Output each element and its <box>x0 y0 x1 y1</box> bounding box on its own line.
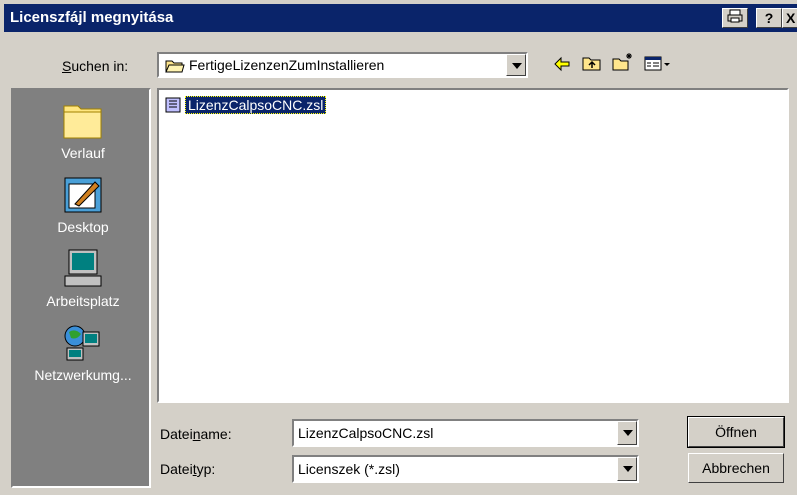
place-label: Arbeitsplatz <box>46 293 120 309</box>
up-folder-icon[interactable] <box>582 54 602 72</box>
file-list[interactable]: LizenzCalpsoCNC.zsl <box>157 88 789 403</box>
place-netzwerk[interactable]: Netzwerkumg... <box>13 322 153 383</box>
file-icon <box>165 97 181 113</box>
lookin-dropdown-button[interactable] <box>506 54 526 76</box>
open-button[interactable]: Öffnen <box>687 416 785 448</box>
printer-icon[interactable] <box>722 8 748 28</box>
place-label: Desktop <box>57 219 109 235</box>
close-button[interactable]: X <box>782 8 797 28</box>
lookin-combo[interactable]: FertigeLizenzenZumInstallieren <box>157 52 528 78</box>
lookin-value: FertigeLizenzenZumInstallieren <box>189 57 385 73</box>
folder-open-icon <box>165 60 185 73</box>
filename-dropdown-button[interactable] <box>617 421 637 445</box>
place-label: Verlauf <box>61 145 105 161</box>
open-button-label: Öffnen <box>715 424 757 440</box>
lookin-label: Suchen in: <box>62 58 129 74</box>
back-arrow-icon[interactable] <box>553 55 571 73</box>
filename-label: Dateiname: <box>160 426 232 442</box>
new-folder-icon[interactable] <box>612 52 634 72</box>
filetype-select[interactable]: Licenszek (*.zsl) <box>292 455 639 483</box>
place-label: Netzwerkumg... <box>34 367 132 383</box>
filetype-label: Dateityp: <box>160 461 216 477</box>
place-verlauf[interactable]: Verlauf <box>13 100 153 161</box>
cancel-button-label: Abbrechen <box>702 460 770 476</box>
place-desktop[interactable]: Desktop <box>13 174 153 235</box>
desktop-icon <box>64 177 102 213</box>
filename-field[interactable]: LizenzCalpsoCNC.zsl <box>292 419 639 447</box>
network-icon <box>64 325 100 361</box>
place-arbeitsplatz[interactable]: Arbeitsplatz <box>13 248 153 309</box>
filename-value: LizenzCalpsoCNC.zsl <box>298 425 434 441</box>
history-folder-icon <box>63 105 102 139</box>
view-menu-icon[interactable] <box>644 55 672 73</box>
cancel-button[interactable]: Abbrechen <box>688 453 784 483</box>
file-name: LizenzCalpsoCNC.zsl <box>185 96 327 114</box>
filetype-dropdown-button[interactable] <box>617 457 637 481</box>
lookin-label-rest: uchen in: <box>71 58 129 74</box>
places-bar: Verlauf Desktop Arbeitsplatz Netzwerkumg… <box>11 88 151 488</box>
open-file-dialog: Licenszfájl megnyitása ? X Suchen in: Fe… <box>0 0 797 495</box>
my-computer-icon <box>64 249 102 287</box>
filetype-value: Licenszek (*.zsl) <box>298 461 400 477</box>
help-button[interactable]: ? <box>756 8 782 28</box>
title-bar[interactable]: Licenszfájl megnyitása ? X <box>4 4 797 32</box>
window-title: Licenszfájl megnyitása <box>10 9 174 26</box>
